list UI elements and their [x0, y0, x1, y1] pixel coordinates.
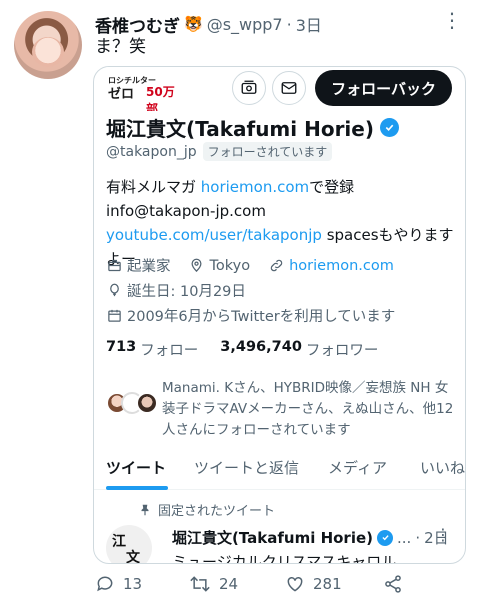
birthday: 誕生日: 10月29日 — [127, 284, 246, 300]
active-tab-indicator — [106, 486, 168, 490]
pinned-label-row: 固定されたツイート — [138, 500, 275, 519]
follower-avatar — [136, 392, 158, 414]
followed-by-text: Manami. Kさん、HYBRID映像／妄想族 NH 女装子ドラマAVメーカー… — [162, 380, 454, 438]
follow-back-button[interactable]: フォローバック — [315, 70, 452, 106]
bio-text-1: 有料メルマガ — [106, 178, 201, 196]
author-avatar[interactable] — [14, 11, 82, 79]
bio-link-horiemon[interactable]: horiemon.com — [201, 178, 309, 196]
pinned-separator: · — [415, 528, 421, 547]
retweet-button[interactable]: 24 — [189, 574, 238, 594]
reply-count: 13 — [123, 575, 143, 593]
verified-badge-icon — [380, 118, 399, 137]
pin-icon — [141, 504, 149, 515]
tab-tweets[interactable]: ツイート — [106, 457, 166, 478]
followers-label[interactable]: フォロワー — [306, 339, 379, 360]
like-count: 281 — [313, 575, 342, 593]
calendar-icon — [106, 308, 122, 324]
tab-tweets-and-replies[interactable]: ツイートと返信 — [194, 457, 299, 478]
header-separator: · — [286, 14, 292, 34]
profile-handle-row: @takapon_jp フォローされています — [106, 142, 333, 161]
verified-badge-icon — [377, 529, 393, 546]
following-label[interactable]: フォロー — [140, 339, 198, 360]
tiger-emoji-icon: 🐯 — [184, 15, 203, 33]
link-icon — [268, 258, 284, 274]
share-button[interactable] — [383, 574, 403, 594]
follow-counts: 713 フォロー 3,496,740 フォロワー — [106, 339, 378, 360]
retweet-icon — [190, 576, 210, 592]
profile-name[interactable]: 堀江貴文(Takafumi Horie) — [106, 113, 374, 142]
birthday-row: 誕生日: 10月29日 — [106, 280, 246, 301]
following-count[interactable]: 713 — [106, 339, 136, 360]
author-name[interactable]: 香椎つむぎ — [95, 12, 180, 37]
pinned-author-avatar[interactable]: 江 文 — [106, 525, 152, 564]
share-icon — [385, 575, 401, 593]
profile-handle[interactable]: @takapon_jp — [106, 144, 197, 160]
author-handle[interactable]: @s_wpp7 — [207, 15, 283, 34]
profile-card[interactable]: ロシチルター ゼロ 50万部 フォローバック 堀江貴文(Takafumi Hor… — [93, 66, 466, 564]
reply-button[interactable]: 13 — [95, 574, 142, 594]
tweet-header: 香椎つむぎ 🐯 @s_wpp7 · 3日 — [95, 12, 322, 37]
envelope-icon — [281, 82, 297, 94]
profile-name-row: 堀江貴文(Takafumi Horie) — [106, 113, 399, 142]
pinned-author-name[interactable]: 堀江貴文(Takafumi Horie) — [172, 527, 373, 548]
more-options-icon[interactable]: ⋮ — [442, 10, 462, 30]
bio-link-youtube[interactable]: youtube.com/user/takaponjp — [106, 226, 322, 244]
pinned-more-icon[interactable]: ⋮ — [435, 525, 451, 544]
retweet-count: 24 — [219, 575, 239, 593]
joined-date: 2009年6月からTwitterを利用しています — [127, 309, 396, 325]
pinned-avatar-art: 江 — [112, 534, 126, 550]
reply-icon — [97, 576, 113, 592]
profile-meta-row: 起業家 Tokyo horiemon.com — [106, 255, 394, 276]
location-pin-icon — [189, 258, 205, 274]
tab-media[interactable]: メディア — [328, 457, 387, 478]
followers-count[interactable]: 3,496,740 — [220, 339, 302, 360]
pinned-tweet-header: 堀江貴文(Takafumi Horie) ... · 2日 — [172, 527, 449, 548]
joined-row: 2009年6月からTwitterを利用しています — [106, 305, 395, 326]
balloon-icon — [106, 283, 122, 299]
heart-icon — [287, 576, 303, 592]
like-button[interactable]: 281 — [285, 574, 342, 594]
subscribe-icon — [241, 80, 257, 94]
followed-by-section[interactable]: Manami. Kさん、HYBRID映像／妄想族 NH 女装子ドラマAVメーカー… — [106, 378, 456, 444]
banner-thumbnail: ロシチルター ゼロ 50万部 — [106, 67, 176, 111]
tweet: 香椎つむぎ 🐯 @s_wpp7 · 3日 ⋮ ま？笑 ロシチルター ゼロ 50万… — [0, 0, 480, 611]
tweet-text: ま？笑 — [95, 37, 146, 57]
profile-tabs: ツイート ツイートと返信 メディア いいね — [94, 445, 465, 490]
pinned-tweet-text: ミュージカルクリスマスキャロル — [172, 553, 397, 564]
thumb-line-3: 50万部 — [146, 85, 175, 111]
subscriptions-button[interactable] — [232, 71, 266, 105]
message-button[interactable] — [272, 71, 306, 105]
location: Tokyo — [209, 257, 251, 274]
website-link[interactable]: horiemon.com — [289, 258, 394, 274]
briefcase-icon — [106, 258, 122, 274]
occupation: 起業家 — [127, 259, 171, 275]
follows-you-badge: フォローされています — [202, 142, 333, 161]
pinned-label: 固定されたツイート — [158, 504, 276, 519]
tab-likes[interactable]: いいね — [420, 457, 465, 478]
tweet-actions: 13 24 281 — [95, 574, 415, 602]
thumb-line-2: ゼロ — [108, 87, 135, 102]
tweet-time[interactable]: 3日 — [296, 12, 322, 36]
pinned-avatar-art: 文 — [126, 550, 140, 564]
pinned-ellipsis: ... — [397, 528, 412, 547]
